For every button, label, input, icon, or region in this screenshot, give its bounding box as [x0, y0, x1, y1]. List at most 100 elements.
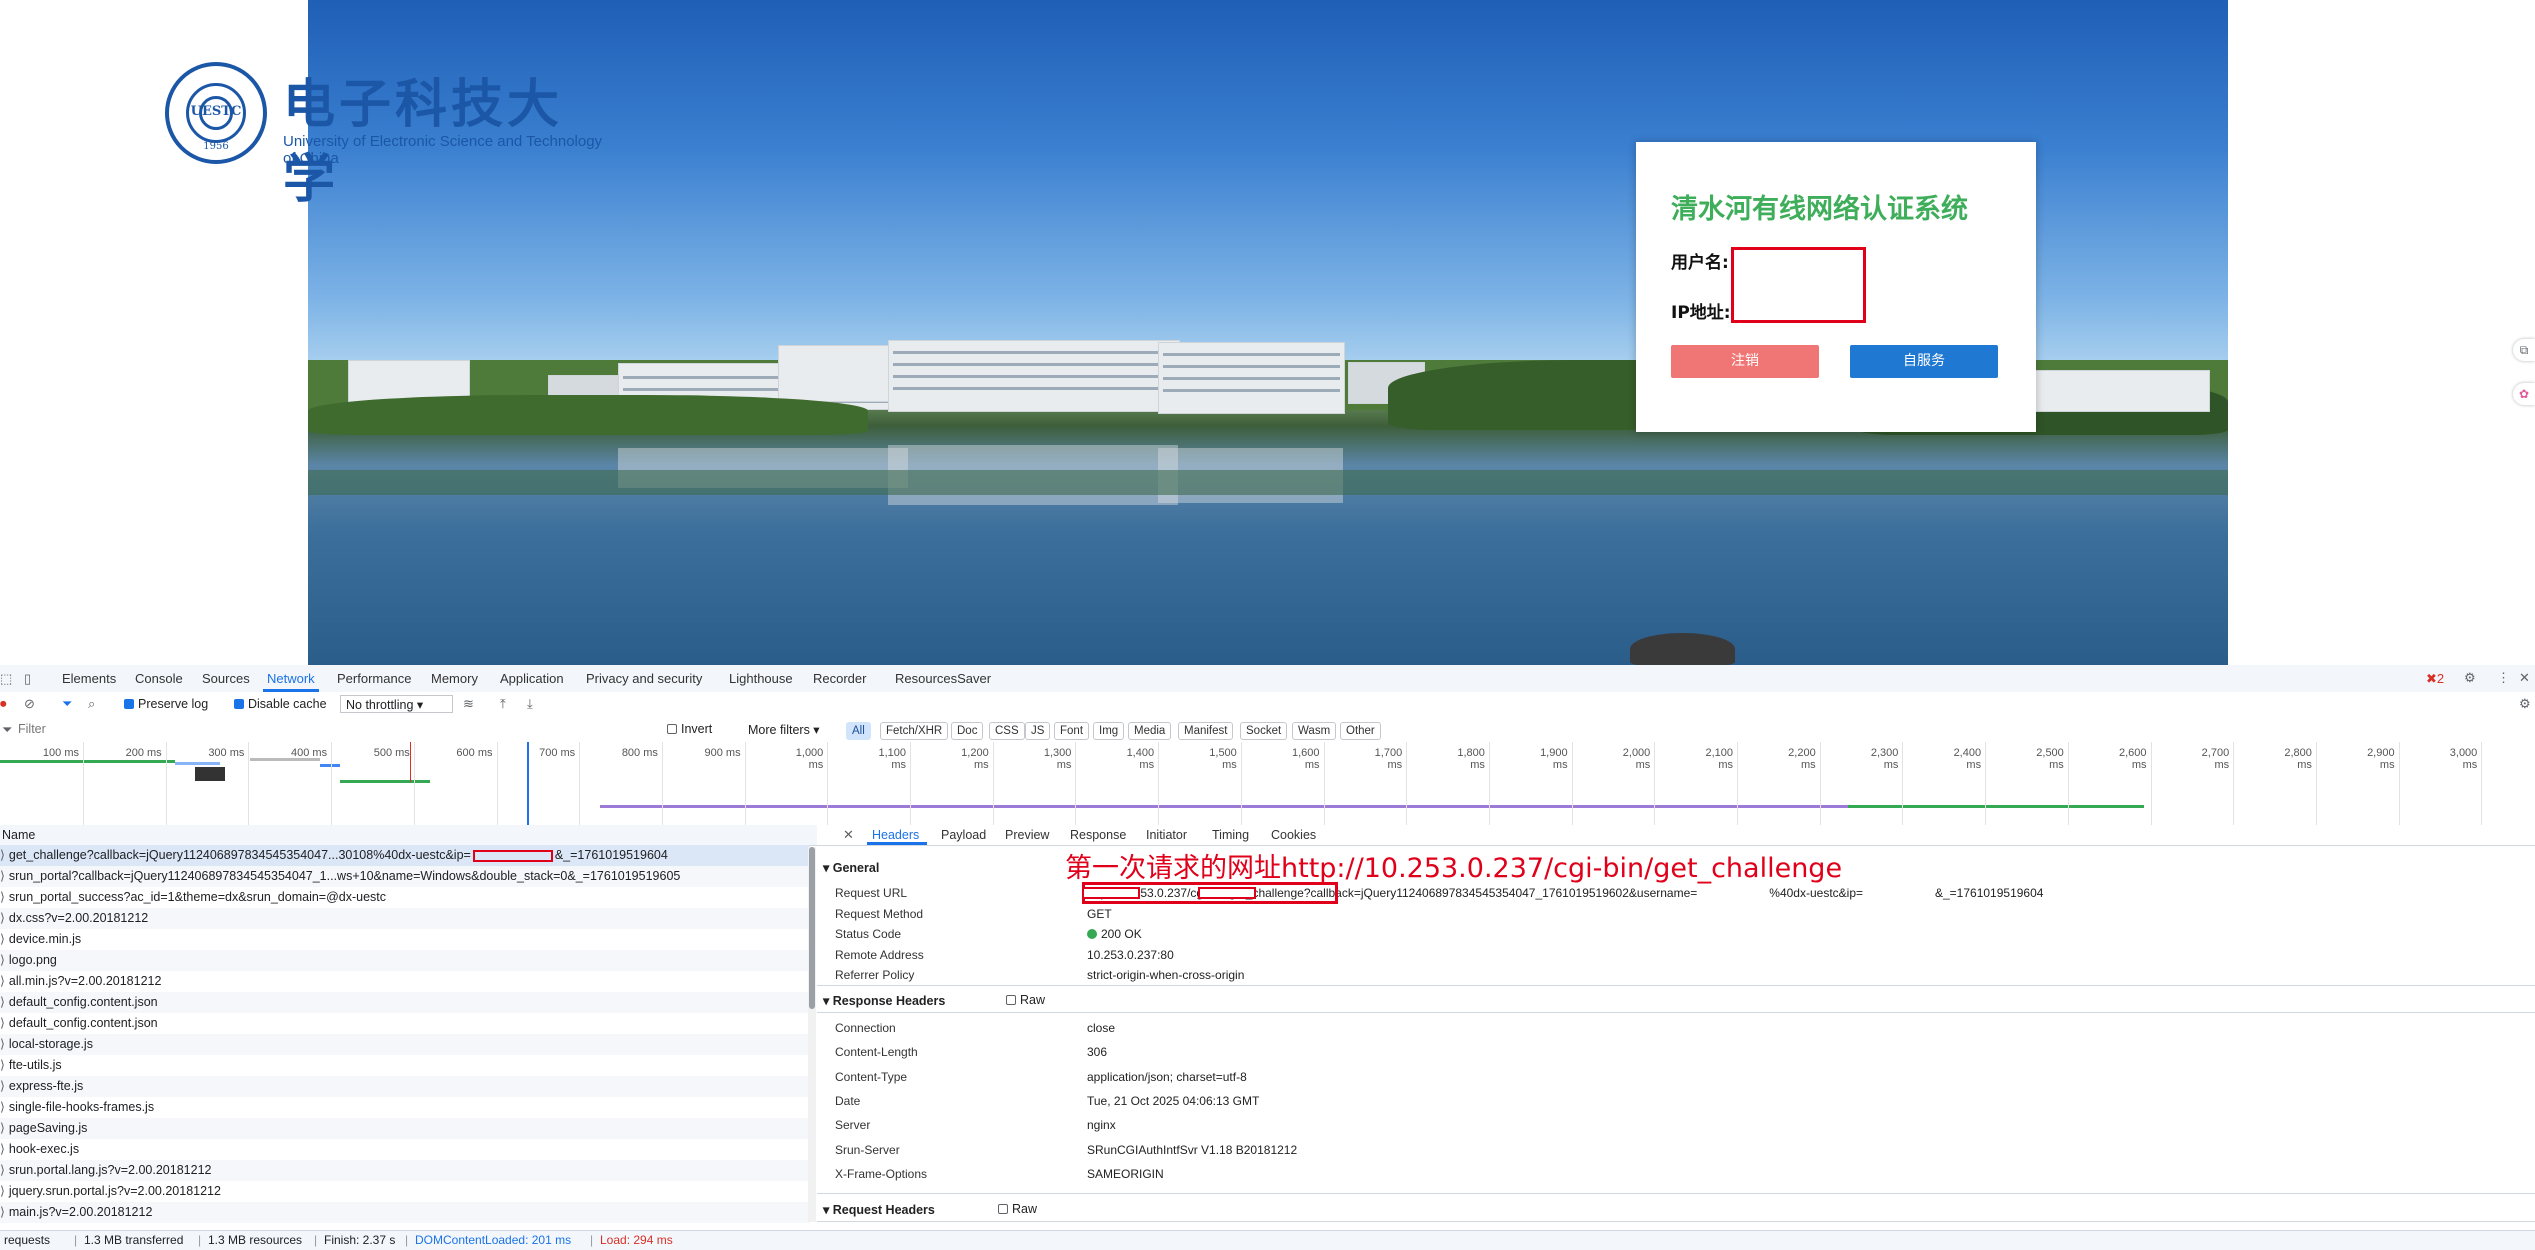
network-overview-timeline[interactable]: 100 ms 200 ms 300 ms 400 ms 500 ms 600 ms 700 …	[0, 742, 2535, 826]
filter-input[interactable]: Filter	[18, 722, 648, 736]
request-row[interactable]: ⟩ hook-exec.js	[0, 1139, 810, 1160]
request-row[interactable]: ⟩ dx.css?v=2.00.20181212	[0, 908, 810, 929]
request-list-header[interactable]: Name	[0, 825, 817, 846]
tab-initiator[interactable]: Initiator	[1146, 828, 1187, 842]
request-row[interactable]: ⟩ default_config.content.json	[0, 1013, 810, 1034]
inspect-icon[interactable]: ⬚	[0, 671, 12, 687]
invert-checkbox[interactable]: Invert	[667, 722, 712, 736]
tab-network[interactable]: Network	[267, 671, 315, 686]
type-filter-other[interactable]: Other	[1340, 722, 1381, 740]
timeline-gridline	[2067, 742, 2069, 825]
settings-gear-icon[interactable]: ⚙	[2464, 670, 2476, 686]
request-row[interactable]: ⟩ logo.png	[0, 950, 810, 971]
raw-checkbox-request[interactable]: Raw	[998, 1202, 1138, 1216]
close-details-icon[interactable]: ✕	[843, 827, 854, 843]
header-value[interactable]: GET	[1087, 907, 1112, 921]
request-row[interactable]: ⟩ get_challenge?callback=jQuery1124068978…	[0, 845, 810, 866]
request-row[interactable]: ⟩ jquery.srun.portal.js?v=2.00.20181212	[0, 1181, 810, 1202]
self-service-button[interactable]: 自服务	[1850, 345, 1998, 378]
tab-payload[interactable]: Payload	[941, 828, 986, 842]
general-section-toggle[interactable]: ▾ General	[823, 860, 879, 875]
request-row[interactable]: ⟩ srun_portal_success?ac_id=1&theme=dx&sr…	[0, 887, 810, 908]
type-filter-media[interactable]: Media	[1128, 722, 1172, 740]
type-filter-fetch-xhr[interactable]: Fetch/XHR	[880, 722, 949, 740]
request-row[interactable]: ⟩ srun.portal.lang.js?v=2.00.20181212	[0, 1160, 810, 1181]
device-toolbar-icon[interactable]: ▯	[24, 671, 31, 687]
request-row[interactable]: ⟩ default_config.content.json	[0, 992, 810, 1013]
type-filter-img[interactable]: Img	[1093, 722, 1125, 740]
type-filter-js[interactable]: JS	[1025, 722, 1051, 740]
type-filter-wasm[interactable]: Wasm	[1292, 722, 1337, 740]
more-filters-dropdown[interactable]: More filters ▾	[748, 722, 820, 737]
search-icon[interactable]: ⌕	[88, 696, 95, 712]
tab-memory[interactable]: Memory	[431, 671, 478, 686]
preserve-log-checkbox[interactable]: Preserve log	[124, 697, 208, 711]
request-name: fte-utils.js	[8, 1058, 62, 1072]
header-value[interactable]: 306	[1087, 1045, 1107, 1059]
type-filter-font[interactable]: Font	[1054, 722, 1090, 740]
header-value[interactable]: 10.253.0.237:80	[1087, 948, 1174, 962]
import-har-icon[interactable]: ⤒	[500, 696, 506, 712]
tab-resourcessaver[interactable]: ResourcesSaver	[895, 671, 991, 686]
timeline-gridline	[331, 742, 333, 825]
request-list-scrollbar[interactable]	[808, 847, 816, 1222]
header-value[interactable]: SAMEORIGIN	[1087, 1167, 1164, 1181]
tab-elements[interactable]: Elements	[62, 671, 116, 686]
tab-headers[interactable]: Headers	[872, 828, 919, 842]
header-value[interactable]: close	[1087, 1021, 1115, 1035]
tab-recorder[interactable]: Recorder	[813, 671, 866, 686]
request-row[interactable]: ⟩ local-storage.js	[0, 1034, 810, 1055]
request-row[interactable]: ⟩ all.min.js?v=2.00.20181212	[0, 971, 810, 992]
raw-checkbox-response[interactable]: Raw	[1006, 993, 1146, 1007]
header-value[interactable]: nginx	[1087, 1118, 1116, 1132]
request-row[interactable]: ⟩ single-file-hooks-frames.js	[0, 1097, 810, 1118]
request-row[interactable]: ⟩ main.js?v=2.00.20181212	[0, 1202, 810, 1223]
request-row[interactable]: ⟩ pageSaving.js	[0, 1118, 810, 1139]
header-value[interactable]: SRunCGIAuthIntfSvr V1.18 B20181212	[1087, 1143, 1297, 1157]
timeline-gridline	[165, 742, 167, 825]
request-row[interactable]: ⟩ srun_portal?callback=jQuery112406897834…	[0, 866, 810, 887]
type-filter-manifest[interactable]: Manifest	[1178, 722, 1234, 740]
tab-console[interactable]: Console	[135, 671, 183, 686]
tab-cookies[interactable]: Cookies	[1271, 828, 1316, 842]
tab-sources[interactable]: Sources	[202, 671, 250, 686]
logout-button[interactable]: 注销	[1671, 345, 1819, 378]
request-type-icon: ⟩	[0, 1142, 5, 1156]
type-filter-css[interactable]: CSS	[989, 722, 1025, 740]
network-settings-icon[interactable]: ⚙	[2519, 696, 2531, 712]
tab-performance[interactable]: Performance	[337, 671, 411, 686]
more-options-icon[interactable]: ⋮	[2497, 670, 2510, 686]
tab-response[interactable]: Response	[1070, 828, 1126, 842]
tab-lighthouse[interactable]: Lighthouse	[729, 671, 793, 686]
request-name-suffix: &_=1761019519604	[554, 848, 668, 862]
request-row[interactable]: ⟩ fte-utils.js	[0, 1055, 810, 1076]
clear-icon[interactable]: ⊘	[24, 696, 35, 712]
request-row[interactable]: ⟩ express-fte.js	[0, 1076, 810, 1097]
timeline-tick-label: 2,000 ms	[1622, 747, 1651, 771]
throttling-select[interactable]: No throttling ▾	[340, 695, 453, 713]
request-headers-toggle[interactable]: ▾ Request Headers Raw	[823, 1202, 1037, 1217]
record-icon[interactable]: ⏺	[0, 696, 7, 712]
header-value[interactable]: 200 OK	[1087, 927, 1142, 941]
request-row[interactable]: ⟩ device.min.js	[0, 929, 810, 950]
network-conditions-icon[interactable]: ≋	[463, 696, 474, 712]
header-value[interactable]: strict-origin-when-cross-origin	[1087, 968, 1244, 982]
tab-privacy[interactable]: Privacy and security	[586, 671, 702, 686]
timeline-tick-label: 2,400 ms	[1953, 747, 1982, 771]
response-headers-toggle[interactable]: ▾ Response Headers Raw	[823, 993, 1045, 1008]
tab-timing[interactable]: Timing	[1212, 828, 1249, 842]
type-filter-all[interactable]: All	[846, 722, 871, 740]
side-assistant-icon[interactable]: ✿	[2513, 383, 2535, 405]
tab-application[interactable]: Application	[500, 671, 564, 686]
type-filter-doc[interactable]: Doc	[951, 722, 984, 740]
export-har-icon[interactable]: ⤓	[527, 696, 533, 712]
tab-preview[interactable]: Preview	[1005, 828, 1049, 842]
header-value[interactable]: application/json; charset=utf-8	[1087, 1070, 1247, 1084]
side-tool-icon[interactable]: ⧉	[2513, 339, 2535, 361]
filter-icon[interactable]: ⏷	[62, 696, 72, 712]
header-value[interactable]: Tue, 21 Oct 2025 04:06:13 GMT	[1087, 1094, 1259, 1108]
close-devtools-icon[interactable]: ✕	[2519, 670, 2530, 686]
error-badge-icon[interactable]: ✖2	[2426, 671, 2444, 687]
type-filter-socket[interactable]: Socket	[1240, 722, 1288, 740]
disable-cache-checkbox[interactable]: Disable cache	[234, 697, 327, 711]
